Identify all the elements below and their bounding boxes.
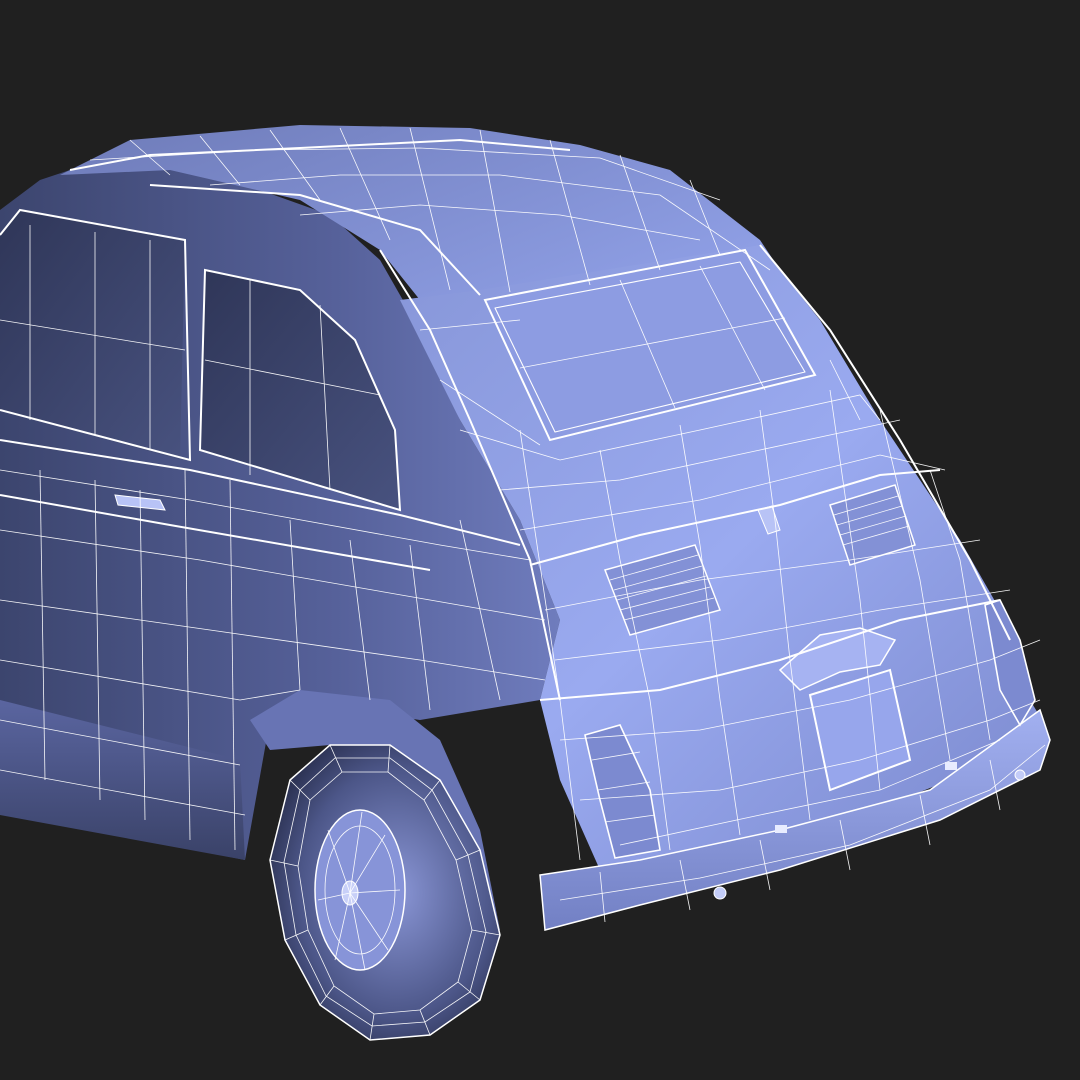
car-wireframe-render	[0, 125, 1051, 1041]
car-body	[0, 125, 1051, 940]
viewport-3d[interactable]	[0, 0, 1080, 1080]
rear-wheel	[269, 744, 501, 1041]
